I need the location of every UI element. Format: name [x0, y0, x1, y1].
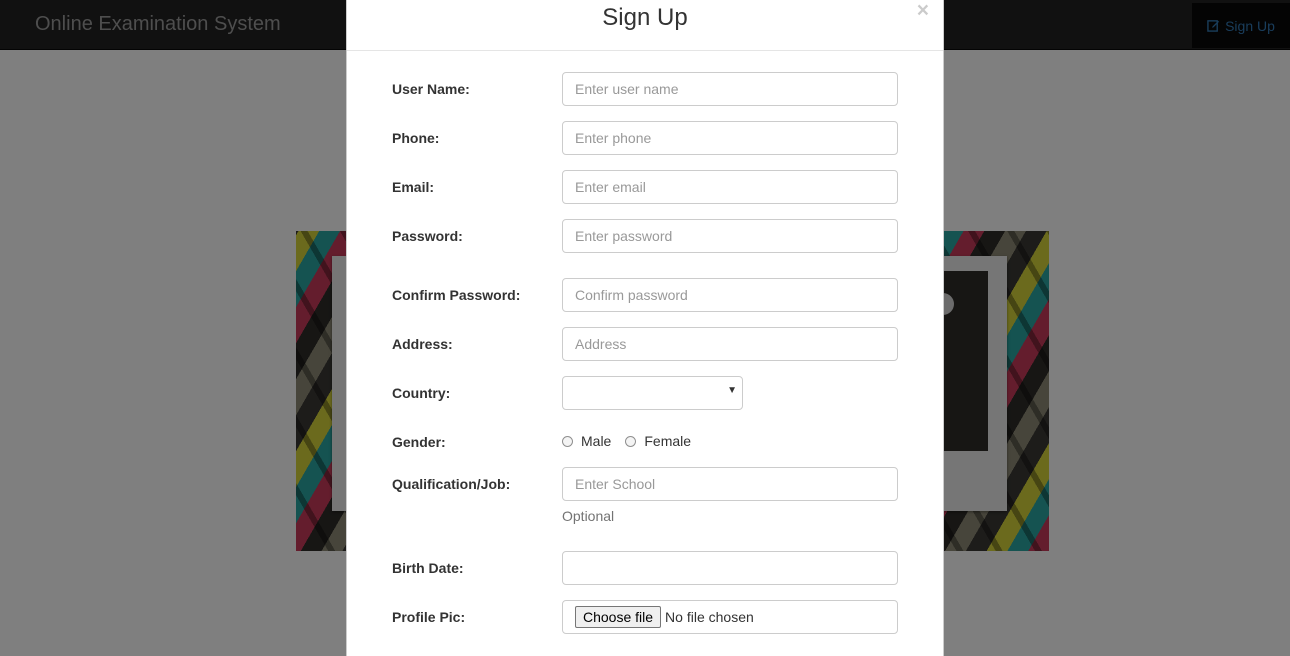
choose-file-button[interactable]: Choose file	[575, 606, 662, 628]
gender-male-label[interactable]: Male	[581, 433, 611, 449]
signup-modal: Sign Up × User Name: Phone: Email: Passw…	[346, 0, 944, 656]
phone-input[interactable]	[562, 121, 898, 155]
gender-label: Gender:	[392, 434, 446, 450]
qualification-help-text: Optional	[562, 508, 615, 524]
phone-label: Phone:	[392, 130, 440, 146]
confirm-password-label: Confirm Password:	[392, 287, 521, 303]
profile-pic-label: Profile Pic:	[392, 609, 466, 625]
profile-pic-file-input[interactable]: Choose file No file chosen	[562, 600, 898, 634]
email-input[interactable]	[562, 170, 898, 204]
confirm-password-input[interactable]	[562, 278, 898, 312]
country-select[interactable]: ▼	[562, 376, 743, 410]
username-input[interactable]	[562, 72, 898, 106]
gender-female-label[interactable]: Female	[644, 433, 691, 449]
username-label: User Name:	[392, 81, 470, 97]
gender-female-radio[interactable]	[625, 435, 637, 447]
dropdown-arrow-icon: ▼	[727, 385, 737, 396]
password-input[interactable]	[562, 219, 898, 253]
password-label: Password:	[392, 228, 463, 244]
qualification-label: Qualification/Job:	[392, 476, 511, 492]
address-input[interactable]	[562, 327, 898, 361]
birth-date-label: Birth Date:	[392, 560, 464, 576]
modal-title: Sign Up	[602, 4, 688, 31]
gender-male-radio[interactable]	[562, 435, 573, 447]
country-label: Country:	[392, 385, 451, 401]
email-label: Email:	[392, 179, 435, 195]
gender-radio-group: Male Female	[562, 433, 691, 449]
file-status-text: No file chosen	[665, 609, 754, 625]
address-label: Address:	[392, 336, 453, 352]
birth-date-input[interactable]	[562, 551, 898, 585]
close-icon[interactable]: ×	[917, 0, 929, 21]
modal-header: Sign Up ×	[347, 0, 943, 51]
qualification-input[interactable]	[562, 467, 898, 501]
